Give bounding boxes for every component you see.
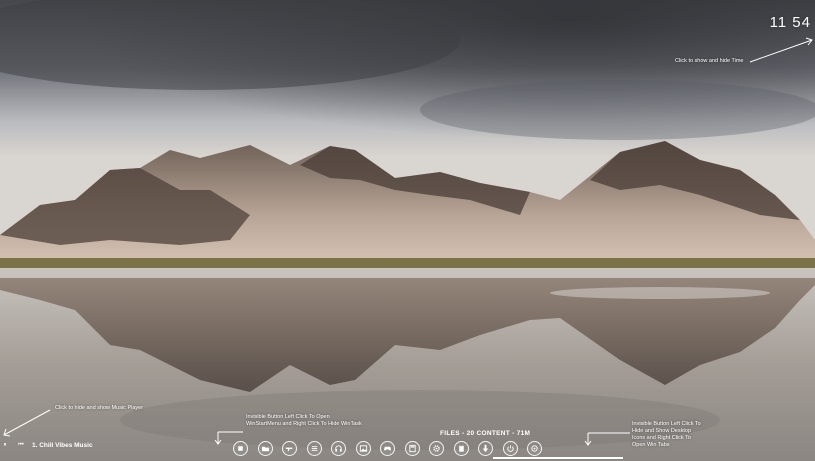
- trash-button[interactable]: [453, 441, 469, 456]
- headphones-button[interactable]: [331, 441, 346, 456]
- media-disc-button[interactable]: [527, 441, 542, 456]
- list-button[interactable]: [306, 441, 322, 456]
- gamepad-icon: [383, 446, 392, 451]
- play-pause-button[interactable]: ⏸: [0, 440, 10, 450]
- track-title[interactable]: 1. Chill Vibes Music: [32, 442, 93, 449]
- start-menu-hint-label: Invisible Button Left Click To Open WinS…: [246, 414, 362, 427]
- games-button[interactable]: [380, 441, 395, 456]
- download-icon: [482, 444, 489, 453]
- folder-button[interactable]: [257, 441, 273, 456]
- previous-track-button[interactable]: ⏮: [16, 440, 26, 450]
- gun-icon: [285, 447, 293, 452]
- stop-button[interactable]: [233, 441, 248, 456]
- settings-button[interactable]: [429, 441, 444, 456]
- time-display[interactable]: 11 54: [770, 14, 811, 31]
- desktop-wallpaper: [0, 0, 815, 461]
- calculator-icon: [408, 444, 416, 453]
- music-hint-label: Click to hide and show Music Player: [55, 405, 144, 411]
- files-content-status: FILES - 20 CONTENT - 71M: [440, 430, 531, 437]
- stop-icon: [238, 446, 243, 451]
- disc-icon: [531, 445, 538, 452]
- gallery-button[interactable]: [355, 441, 371, 456]
- power-button[interactable]: [502, 441, 518, 456]
- list-icon: [311, 446, 317, 451]
- download-button[interactable]: [478, 441, 493, 456]
- trash-icon: [458, 445, 464, 452]
- folder-icon: [261, 446, 269, 452]
- power-icon: [506, 445, 514, 452]
- desktop-hint-label: Invisible Button Left Click To Hide and …: [632, 421, 701, 448]
- dock-active-indicator: [493, 457, 623, 459]
- image-icon: [359, 445, 367, 452]
- calculator-button[interactable]: [404, 441, 420, 456]
- time-hint-label: Click to show and hide Time: [675, 58, 744, 64]
- settings-icon: [433, 445, 440, 452]
- headphones-icon: [335, 445, 342, 452]
- music-player: ⏸ ⏮ 1. Chill Vibes Music: [0, 440, 93, 450]
- dock-bar: [233, 441, 542, 456]
- game-shooter-button[interactable]: [282, 441, 297, 456]
